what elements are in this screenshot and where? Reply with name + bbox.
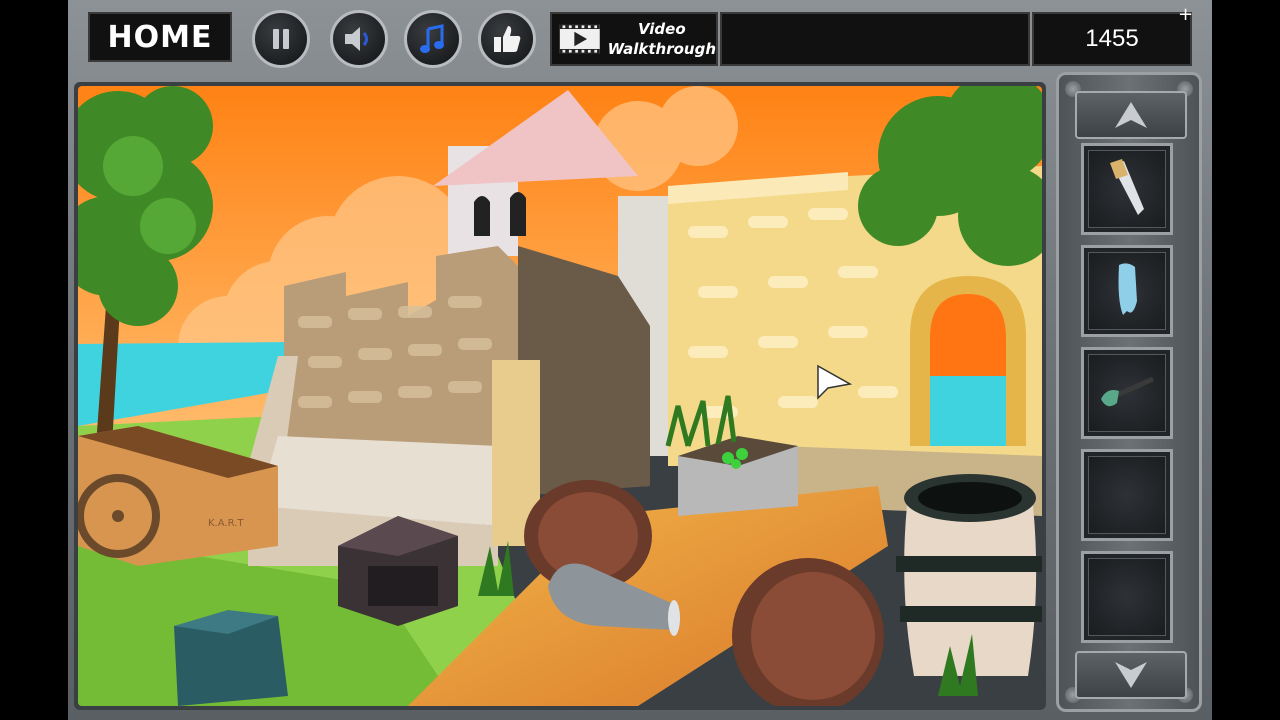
teal-box [174, 610, 288, 706]
arrow-up-icon [1115, 102, 1147, 128]
video-label-line1: Video [637, 20, 686, 38]
barrel [896, 474, 1042, 676]
game-scene[interactable]: K.A.R.T [78, 86, 1042, 706]
cloth-icon [1118, 263, 1137, 315]
inventory-slot-5[interactable] [1081, 551, 1173, 643]
inventory-slot-4[interactable] [1081, 449, 1173, 541]
inventory-up-button[interactable] [1075, 91, 1187, 139]
music-note-icon [420, 24, 444, 53]
film-icon [559, 24, 600, 54]
shovel-icon [1101, 376, 1155, 407]
thumbs-up-icon [494, 26, 521, 52]
inventory-panel [1056, 72, 1202, 712]
music-button[interactable] [404, 10, 462, 68]
scene-frame: K.A.R.T [74, 82, 1046, 710]
game-frame: HOME Video Walkthrough 1455 + K.A.R.T [68, 0, 1212, 720]
message-box [720, 12, 1030, 66]
video-walkthrough-label: Video Walkthrough [608, 19, 716, 59]
saw-icon [1110, 159, 1144, 215]
video-walkthrough-button[interactable]: Video Walkthrough [550, 12, 718, 66]
speaker-icon [345, 27, 368, 51]
home-button[interactable]: HOME [88, 12, 232, 62]
arrow-down-icon [1115, 662, 1147, 688]
score-display: 1455 [1032, 12, 1192, 66]
inventory-slot-2[interactable] [1081, 245, 1173, 337]
like-button[interactable] [478, 10, 536, 68]
plus-icon[interactable]: + [1178, 4, 1193, 25]
pause-button[interactable] [252, 10, 310, 68]
pause-icon [273, 29, 289, 49]
scene-art: K.A.R.T [78, 86, 1042, 706]
top-toolbar: HOME Video Walkthrough 1455 + [68, 0, 1212, 72]
inventory-slot-1[interactable] [1081, 143, 1173, 235]
sound-button[interactable] [330, 10, 388, 68]
cart-label: K.A.R.T [208, 518, 244, 529]
video-label-line2: Walkthrough [607, 40, 716, 58]
inventory-slot-3[interactable] [1081, 347, 1173, 439]
inventory-down-button[interactable] [1075, 651, 1187, 699]
